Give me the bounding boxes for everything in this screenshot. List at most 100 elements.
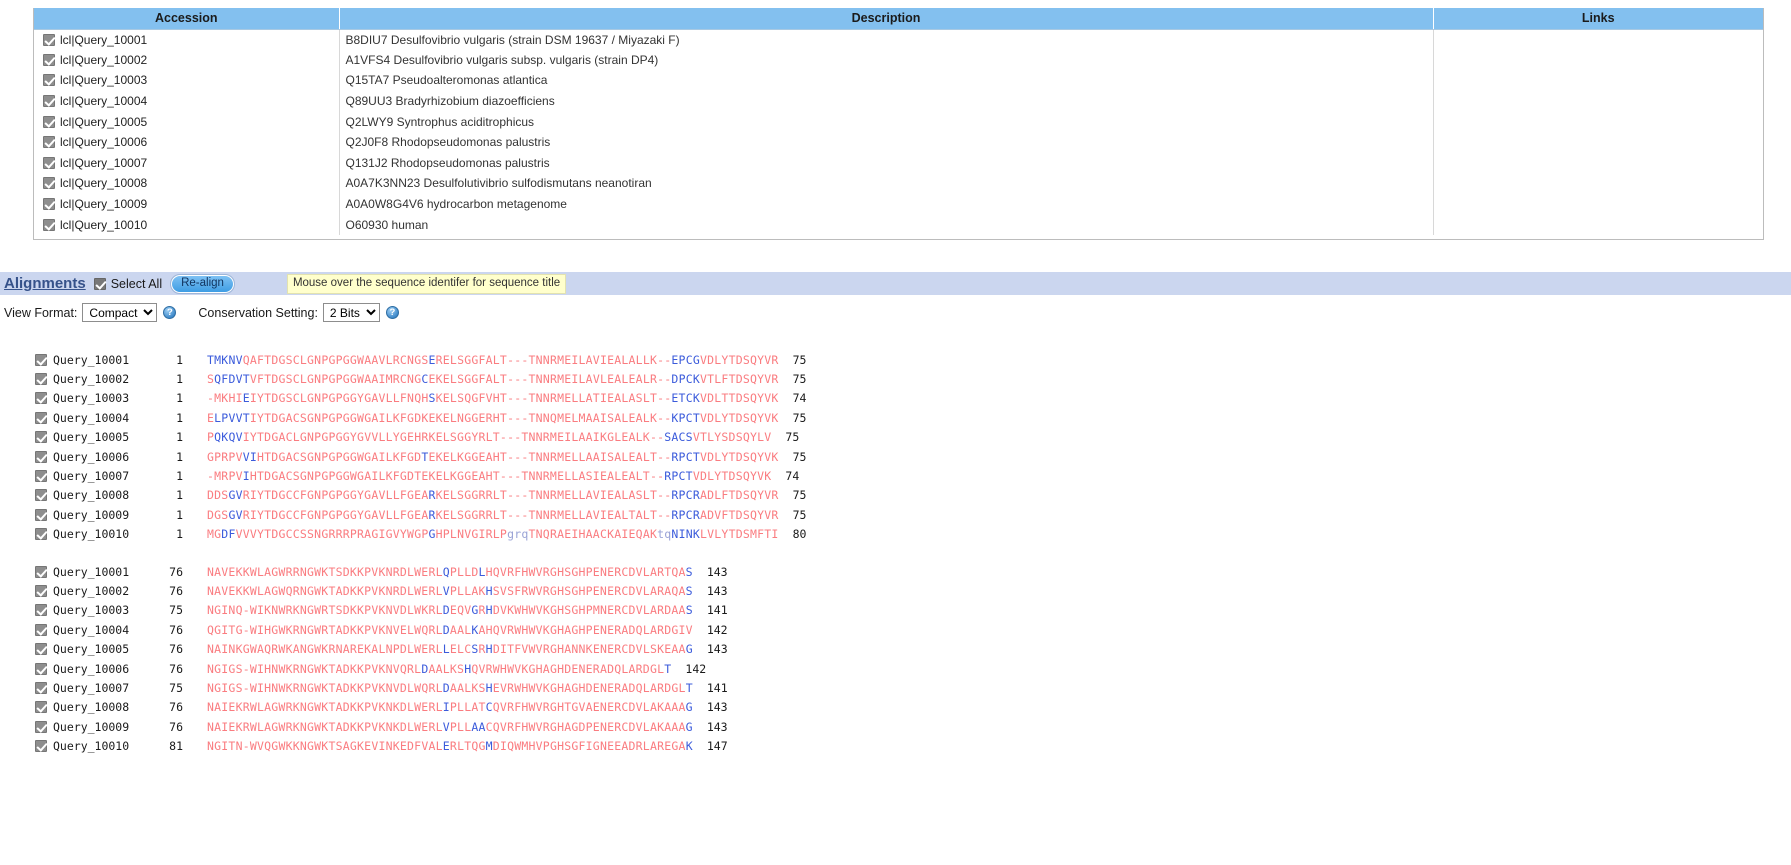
- links-cell: [1433, 50, 1763, 71]
- sequence-title-tooltip: Mouse over the sequence identifer for se…: [286, 273, 567, 294]
- alignment-start-position: 1: [176, 527, 183, 542]
- alignment-row-checkbox[interactable]: [35, 373, 47, 386]
- alignment-sequence-id[interactable]: Query_10006: [53, 450, 149, 464]
- alignment-row-checkbox[interactable]: [35, 604, 47, 617]
- accession-link[interactable]: lcl|Query_10009: [60, 197, 147, 211]
- alignment-sequence-id[interactable]: Query_10005: [53, 430, 149, 444]
- alignment-row-checkbox[interactable]: [35, 411, 47, 424]
- row-checkbox[interactable]: [43, 95, 55, 108]
- alignment-sequence-id[interactable]: Query_10001: [53, 565, 149, 579]
- alignment-row-checkbox[interactable]: [35, 392, 47, 405]
- links-cell: [1433, 194, 1763, 215]
- row-checkbox[interactable]: [43, 136, 55, 149]
- description-cell: A0A7K3NN23 Desulfolutivibrio sulfodismut…: [339, 173, 1434, 194]
- alignment-row-checkbox[interactable]: [35, 508, 47, 521]
- table-row: lcl|Query_10002 A1VFS4 Desulfovibrio vulg…: [34, 49, 1763, 71]
- table-row: lcl|Query_10003 Q15TA7 Pseudoalteromonas …: [34, 70, 1763, 91]
- select-all-checkbox[interactable]: [93, 277, 106, 290]
- accession-cell: lcl|Query_10002: [34, 49, 340, 71]
- alignment-sequence-id[interactable]: Query_10007: [53, 469, 149, 483]
- view-format-label: View Format:: [4, 305, 78, 320]
- alignment-start-position: 76: [169, 719, 183, 734]
- alignment-sequence-id[interactable]: Query_10003: [53, 391, 149, 405]
- alignment-sequence-id[interactable]: Query_10006: [53, 662, 149, 676]
- alignment-row-checkbox[interactable]: [35, 720, 47, 733]
- realign-button[interactable]: Re-align: [170, 273, 235, 294]
- conservation-setting-select[interactable]: 2 Bits: [322, 303, 380, 322]
- alignment-start-position: 75: [169, 603, 183, 618]
- view-format-select[interactable]: Compact: [82, 303, 158, 322]
- alignment-start-position: 1: [176, 488, 183, 503]
- table-header-row: Accession Description Links: [34, 8, 1763, 30]
- row-checkbox[interactable]: [43, 177, 55, 190]
- accession-link[interactable]: lcl|Query_10010: [60, 218, 147, 232]
- accession-link[interactable]: lcl|Query_10007: [60, 156, 147, 170]
- table-row: lcl|Query_10004 Q89UU3 Bradyrhizobium dia…: [34, 90, 1763, 112]
- alignment-row: Query_10001 76 NAVEKKWLAGWRRNGWKTSDKKPVKNR…: [0, 562, 1791, 581]
- alignment-row-checkbox[interactable]: [35, 450, 47, 463]
- accession-link[interactable]: lcl|Query_10002: [60, 53, 147, 67]
- alignment-row-checkbox[interactable]: [35, 431, 47, 444]
- row-checkbox[interactable]: [43, 33, 55, 46]
- alignments-header-bar: Alignments Select All Re-align Mouse ove…: [0, 272, 1791, 295]
- alignment-row-checkbox[interactable]: [35, 489, 47, 502]
- column-header-links[interactable]: Links: [1433, 8, 1763, 30]
- alignment-row-checkbox[interactable]: [35, 565, 47, 578]
- alignment-sequence-id[interactable]: Query_10009: [53, 720, 149, 734]
- alignment-row-checkbox[interactable]: [35, 623, 47, 636]
- help-icon-view-format[interactable]: ?: [163, 306, 177, 319]
- alignment-start-position: 76: [169, 564, 183, 579]
- alignment-sequence-id[interactable]: Query_10010: [53, 527, 149, 541]
- alignment-sequence-id[interactable]: Query_10003: [53, 603, 149, 617]
- links-cell: [1433, 111, 1763, 132]
- accession-link[interactable]: lcl|Query_10008: [60, 176, 147, 190]
- alignment-sequence-id[interactable]: Query_10005: [53, 642, 149, 656]
- row-checkbox[interactable]: [43, 156, 55, 169]
- accession-cell: lcl|Query_10005: [34, 111, 340, 132]
- alignment-row-checkbox[interactable]: [35, 470, 47, 483]
- alignment-row-checkbox[interactable]: [35, 681, 47, 694]
- accession-link[interactable]: lcl|Query_10003: [60, 73, 147, 87]
- alignment-sequence: ELPVVTIYTDGACSGNPGPGGWGAILKFGDKEKELNGGER…: [207, 410, 779, 425]
- accession-link[interactable]: lcl|Query_10005: [60, 115, 147, 129]
- alignment-sequence-id[interactable]: Query_10009: [53, 508, 149, 522]
- alignment-sequence-id[interactable]: Query_10001: [53, 353, 149, 367]
- alignment-row: Query_10003 75 NGINQ-WIKNWRKNGWRTSDKKPVKNV…: [0, 601, 1791, 620]
- column-header-description[interactable]: Description: [339, 8, 1434, 30]
- alignment-row-checkbox[interactable]: [35, 643, 47, 656]
- alignment-sequence-id[interactable]: Query_10008: [53, 700, 149, 714]
- accession-link[interactable]: lcl|Query_10001: [60, 33, 147, 47]
- alignment-row-checkbox[interactable]: [35, 584, 47, 597]
- alignment-start-position: 1: [176, 391, 183, 406]
- alignment-row: Query_10003 1 -MKHIEIYTDGSCLGNPGPGGYGAVLLF…: [0, 389, 1791, 408]
- row-checkbox[interactable]: [43, 218, 55, 231]
- alignment-sequence-id[interactable]: Query_10004: [53, 623, 149, 637]
- alignment-sequence-id[interactable]: Query_10008: [53, 488, 149, 502]
- alignment-block: Query_10001 76 NAVEKKWLAGWRRNGWKTSDKKPVKNR…: [0, 562, 1791, 756]
- alignment-block: Query_10001 1 TMKNVQAFTDGSCLGNPGPGGWAAVLRC…: [0, 350, 1791, 544]
- alignment-row-checkbox[interactable]: [35, 662, 47, 675]
- alignment-sequence-id[interactable]: Query_10007: [53, 681, 149, 695]
- column-header-accession[interactable]: Accession: [34, 8, 340, 30]
- row-checkbox[interactable]: [43, 74, 55, 87]
- table-row: lcl|Query_10001 B8DIU7 Desulfovibrio vulg…: [34, 29, 1763, 50]
- alignments-title[interactable]: Alignments: [4, 275, 86, 292]
- alignment-end-position: 75: [785, 430, 800, 445]
- alignment-row-checkbox[interactable]: [35, 528, 47, 541]
- alignment-sequence-id[interactable]: Query_10002: [53, 584, 149, 598]
- row-checkbox[interactable]: [43, 198, 55, 211]
- alignment-row-checkbox[interactable]: [35, 353, 47, 366]
- alignment-start-position: 76: [169, 622, 183, 637]
- accession-link[interactable]: lcl|Query_10004: [60, 94, 147, 108]
- alignment-sequence-id[interactable]: Query_10004: [53, 411, 149, 425]
- help-icon-conservation[interactable]: ?: [385, 306, 399, 319]
- alignment-row: Query_10005 76 NAINKGWAQRWKANGWKRNAREKALNP…: [0, 639, 1791, 658]
- alignment-row-checkbox[interactable]: [35, 701, 47, 714]
- alignment-row-checkbox[interactable]: [35, 740, 47, 753]
- alignment-sequence-id[interactable]: Query_10002: [53, 372, 149, 386]
- alignment-sequence-id[interactable]: Query_10010: [53, 739, 149, 753]
- accession-link[interactable]: lcl|Query_10006: [60, 135, 147, 149]
- alignment-sequence: GPRPVVIHTDGACSGNPGPGGWGAILKFGDTEKELKGGEA…: [207, 449, 779, 464]
- row-checkbox[interactable]: [43, 115, 55, 128]
- row-checkbox[interactable]: [43, 53, 55, 66]
